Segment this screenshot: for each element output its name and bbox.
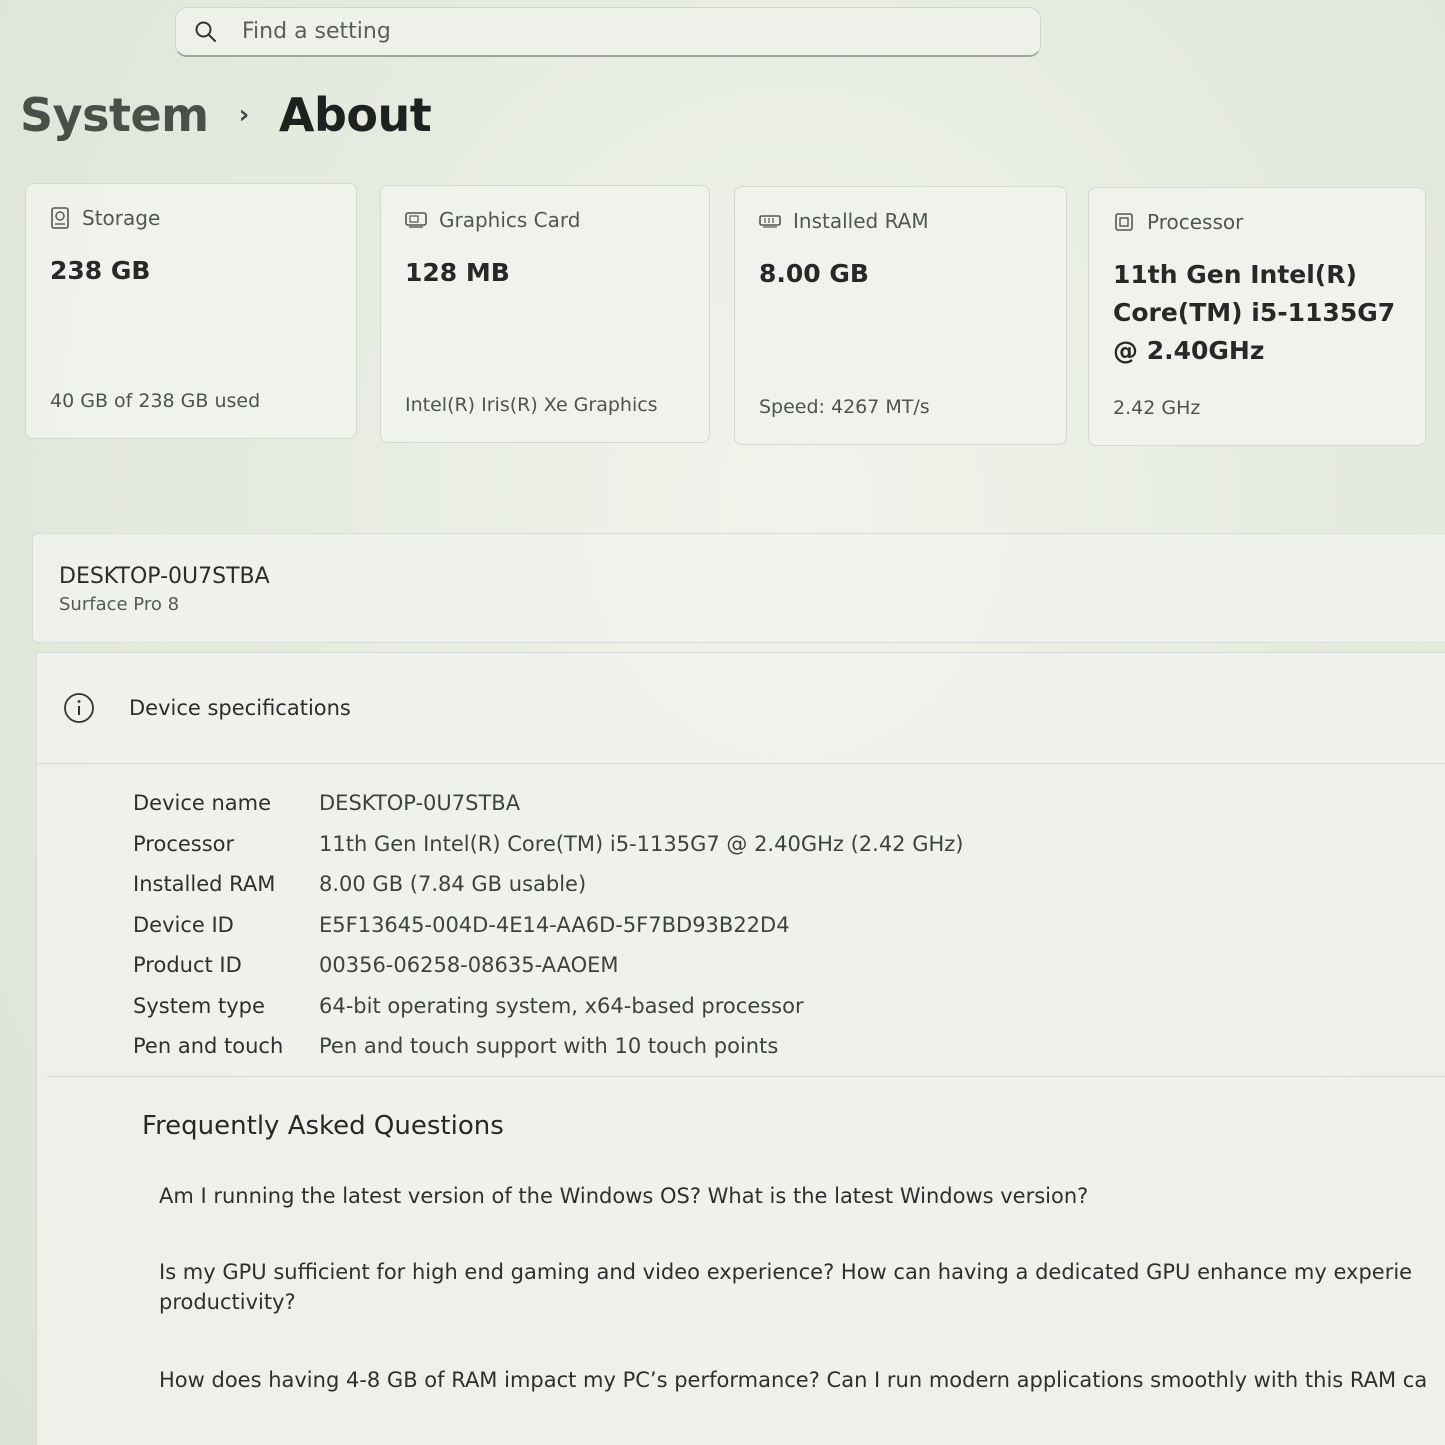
device-specifications-header[interactable]: Device specifications: [37, 653, 1445, 764]
spec-label: System type: [133, 993, 265, 1018]
chevron-right-icon: ›: [238, 100, 250, 130]
installed-ram-card[interactable]: Installed RAM 8.00 GB Speed: 4267 MT/s: [734, 186, 1067, 445]
spec-value: E5F13645-004D-4E14-AA6D-5F7BD93B22D4: [319, 912, 790, 937]
device-specifications-panel: Device specifications Device name DESKTO…: [36, 652, 1445, 1445]
spec-value: 11th Gen Intel(R) Core(TM) i5-1135G7 @ 2…: [319, 831, 964, 856]
storage-usage: 40 GB of 238 GB used: [50, 390, 261, 412]
spec-row-installed-ram: Installed RAM 8.00 GB (7.84 GB usable): [133, 864, 964, 905]
divider: [47, 1076, 1445, 1077]
search-input[interactable]: [240, 18, 944, 45]
device-name-panel[interactable]: DESKTOP-0U7STBA Surface Pro 8: [32, 533, 1445, 643]
info-icon: [64, 693, 94, 723]
spec-value: DESKTOP-0U7STBA: [319, 791, 521, 816]
spec-value: 00356-06258-08635-AAOEM: [319, 953, 619, 978]
spec-table: Device name DESKTOP-0U7STBA Processor 11…: [133, 783, 964, 1067]
processor-label: Processor: [1147, 210, 1244, 234]
installed-ram-value: 8.00 GB: [759, 259, 869, 288]
device-name: DESKTOP-0U7STBA: [59, 564, 270, 589]
ram-speed: Speed: 4267 MT/s: [759, 396, 930, 418]
breadcrumb: System › About: [20, 88, 432, 142]
graphics-card-model: Intel(R) Iris(R) Xe Graphics: [405, 394, 658, 416]
faq-item-gpu[interactable]: Is my GPU sufficient for high end gaming…: [159, 1257, 1444, 1317]
display-adapter-icon: [405, 212, 427, 228]
storage-label: Storage: [82, 206, 161, 230]
spec-row-processor: Processor 11th Gen Intel(R) Core(TM) i5-…: [133, 824, 964, 865]
spec-row-system-type: System type 64-bit operating system, x64…: [133, 986, 964, 1027]
faq-item-windows-version[interactable]: Am I running the latest version of the W…: [159, 1181, 1088, 1211]
search-icon: [195, 21, 216, 42]
spec-label: Pen and touch: [133, 1034, 284, 1059]
spec-label: Device ID: [133, 912, 234, 937]
page-title: About: [278, 88, 432, 142]
spec-row-product-id: Product ID 00356-06258-08635-AAOEM: [133, 945, 964, 986]
device-specifications-title: Device specifications: [129, 696, 351, 720]
processor-speed: 2.42 GHz: [1113, 397, 1201, 419]
spec-label: Processor: [133, 831, 235, 856]
breadcrumb-system-link[interactable]: System: [20, 88, 209, 142]
chip-icon: [1115, 213, 1133, 231]
spec-label: Product ID: [133, 953, 242, 978]
spec-label: Installed RAM: [133, 872, 276, 897]
spec-row-pen-and-touch: Pen and touch Pen and touch support with…: [133, 1026, 964, 1067]
spec-row-device-id: Device ID E5F13645-004D-4E14-AA6D-5F7BD9…: [133, 905, 964, 946]
storage-icon: [51, 207, 69, 229]
storage-value: 238 GB: [50, 256, 151, 285]
faq-title: Frequently Asked Questions: [142, 1111, 504, 1141]
spec-row-device-name: Device name DESKTOP-0U7STBA: [133, 783, 964, 824]
graphics-card-value: 128 MB: [405, 258, 510, 287]
device-model: Surface Pro 8: [59, 594, 180, 615]
faq-item-ram[interactable]: How does having 4-8 GB of RAM impact my …: [159, 1365, 1427, 1395]
spec-value: Pen and touch support with 10 touch poin…: [319, 1034, 779, 1059]
spec-value: 64-bit operating system, x64-based proce…: [319, 993, 804, 1018]
spec-value: 8.00 GB (7.84 GB usable): [319, 872, 587, 897]
search-box[interactable]: [175, 7, 1041, 57]
installed-ram-label: Installed RAM: [793, 209, 929, 233]
processor-card[interactable]: Processor 11th Gen Intel(R) Core(TM) i5-…: [1088, 187, 1426, 446]
memory-icon: [759, 215, 781, 228]
graphics-card-label: Graphics Card: [439, 208, 581, 232]
processor-value: 11th Gen Intel(R) Core(TM) i5-1135G7 @ 2…: [1113, 260, 1396, 365]
graphics-card-card[interactable]: Graphics Card 128 MB Intel(R) Iris(R) Xe…: [380, 185, 710, 443]
spec-label: Device name: [133, 791, 272, 816]
storage-card[interactable]: Storage 238 GB 40 GB of 238 GB used: [25, 183, 357, 439]
